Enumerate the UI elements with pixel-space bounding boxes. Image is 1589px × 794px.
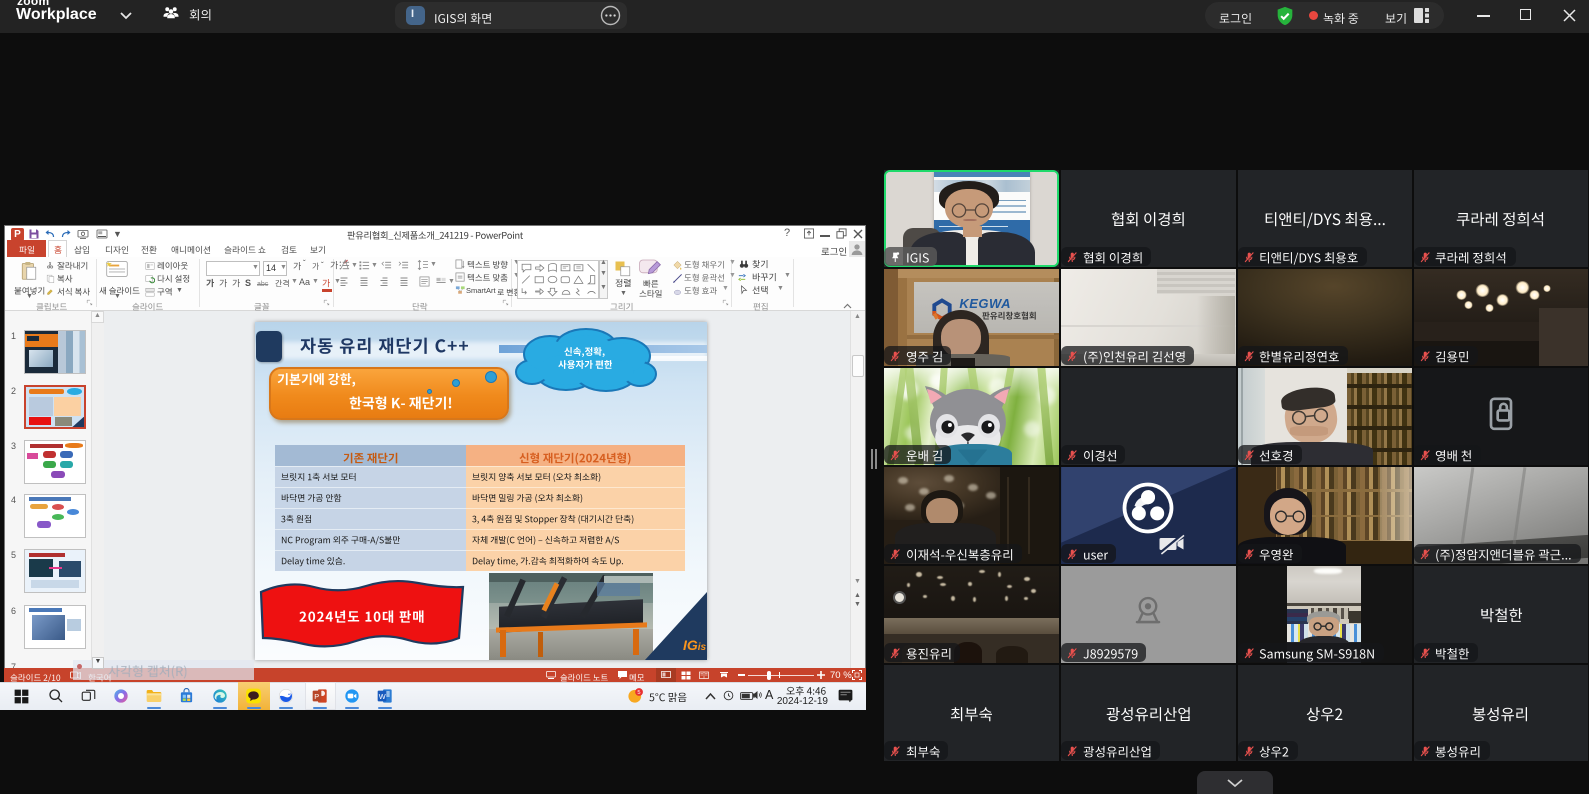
svg-text:P: P xyxy=(314,692,319,701)
svg-text:5: 5 xyxy=(637,690,640,696)
svg-text:W: W xyxy=(379,692,386,701)
